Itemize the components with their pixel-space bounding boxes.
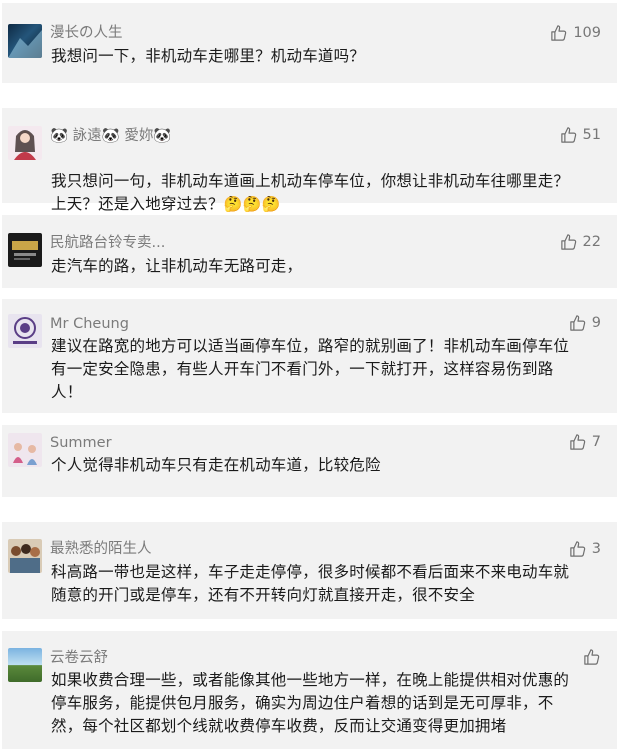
like-count: 109 (573, 25, 601, 41)
like-count: 7 (591, 434, 601, 450)
like-button[interactable]: 7 (569, 433, 601, 451)
avatar[interactable] (8, 433, 42, 467)
thumbs-up-icon (569, 314, 587, 332)
like-button[interactable]: 9 (569, 314, 601, 332)
like-count: 22 (582, 234, 601, 250)
commenter-name: 云卷云舒 (50, 650, 108, 666)
comment-card: 🐼 詠遠🐼 愛妳🐼 51 我只想问一句，非机动车道画上机动车停车位，你想让非机动… (2, 108, 617, 213)
like-button[interactable]: 109 (550, 24, 601, 42)
commenter-name: 最熟悉的陌生人 (50, 541, 152, 557)
like-count: 51 (582, 127, 601, 143)
like-button[interactable]: 51 (560, 126, 601, 144)
comment-card: 民航路台铃专卖... 22 走汽车的路，让非机动车无路可走， (2, 215, 617, 288)
comment-text: 我想问一下，非机动车走哪里？机动车道吗？ (51, 47, 366, 65)
thumbs-up-icon (569, 433, 587, 451)
thinking-emoji: 🤔🤔🤔 (223, 195, 281, 213)
commenter-name: 民航路台铃专卖... (50, 235, 166, 251)
comment-card: Mr Cheung 9 建议在路宽的地方可以适当画停车位，路窄的就别画了！非机动… (2, 299, 617, 413)
like-count: 3 (591, 541, 601, 557)
comment-text: 我只想问一句，非机动车道画上机动车停车位，你想让非机动车往哪里走？ 上天？还是入… (51, 147, 603, 216)
thumbs-up-icon (583, 648, 601, 666)
avatar[interactable] (8, 539, 42, 573)
avatar[interactable] (8, 233, 42, 267)
thumbs-up-icon (560, 233, 578, 251)
avatar[interactable] (8, 648, 42, 682)
comment-text-body: 我只想问一句，非机动车道画上机动车停车位，你想让非机动车往哪里走？ 上天？还是入… (51, 172, 570, 213)
commenter-name: 🐼 詠遠🐼 愛妳🐼 (50, 128, 172, 144)
avatar[interactable] (8, 314, 42, 348)
comment-card: 漫长の人生 109 我想问一下，非机动车走哪里？机动车道吗？ (2, 3, 617, 83)
avatar[interactable] (8, 24, 42, 58)
thumbs-up-icon (569, 540, 587, 558)
like-button[interactable]: 22 (560, 233, 601, 251)
comment-card: 最熟悉的陌生人 3 科高路一带也是这样，车子走走停停，很多时候都不看后面来不来电… (2, 522, 617, 619)
comment-text: 科高路一带也是这样，车子走走停停，很多时候都不看后面来不来电动车就 随意的开门或… (51, 563, 570, 604)
thumbs-up-icon (550, 24, 568, 42)
comment-text: 个人觉得非机动车只有走在机动车道，比较危险 (51, 456, 381, 474)
commenter-name: Mr Cheung (50, 316, 129, 332)
comment-text: 走汽车的路，让非机动车无路可走， (51, 257, 303, 275)
comment-text: 如果收费合理一些，或者能像其他一些地方一样，在晚上能提供相对优惠的 停车服务，能… (51, 671, 570, 735)
avatar[interactable] (8, 126, 42, 160)
like-button[interactable]: 3 (569, 540, 601, 558)
like-button[interactable] (583, 648, 601, 666)
thumbs-up-icon (560, 126, 578, 144)
commenter-name: Summer (50, 435, 112, 451)
comment-card: Summer 7 个人觉得非机动车只有走在机动车道，比较危险 (2, 425, 617, 497)
comment-text: 建议在路宽的地方可以适当画停车位，路窄的就别画了！非机动车画停车位 有一定安全隐… (51, 337, 570, 401)
comment-card: 云卷云舒 如果收费合理一些，或者能像其他一些地方一样，在晚上能提供相对优惠的 停… (2, 631, 617, 749)
like-count: 9 (591, 315, 601, 331)
commenter-name: 漫长の人生 (50, 25, 123, 41)
